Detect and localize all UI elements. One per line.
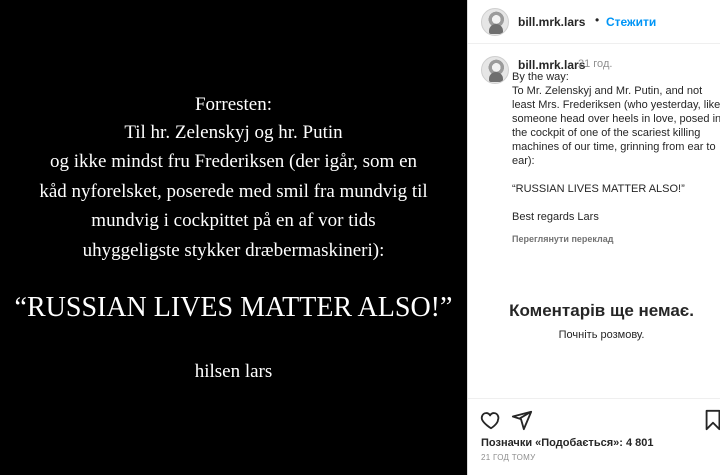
separator-dot: • xyxy=(595,13,600,27)
likes-count[interactable]: Позначки «Подобається»: 4 801 xyxy=(481,437,653,449)
avatar[interactable] xyxy=(481,8,509,36)
header-username[interactable]: bill.mrk.lars xyxy=(518,15,585,29)
image-text-line: Til hr. Zelenskyj og hr. Putin xyxy=(124,122,343,143)
image-signoff: hilsen lars xyxy=(194,361,273,382)
follow-button[interactable]: Стежити xyxy=(606,15,656,29)
post-timestamp[interactable]: 21 ГОД ТОМУ xyxy=(481,453,536,462)
comment-text-body: By the way: To Mr. Zelenskyj and Mr. Put… xyxy=(512,71,720,223)
translate-link[interactable]: Переглянути переклад xyxy=(512,234,613,244)
heart-icon[interactable] xyxy=(480,409,502,431)
action-bar: Позначки «Подобається»: 4 801 21 ГОД ТОМ… xyxy=(468,398,720,475)
post-image: Forresten: Til hr. Zelenskyj og hr. Puti… xyxy=(0,0,467,475)
post-sidebar: bill.mrk.lars • Стежити bill.mrk.lars 21… xyxy=(467,0,720,475)
send-icon[interactable] xyxy=(511,409,533,431)
avatar[interactable] xyxy=(481,56,509,84)
image-text-line: kåd nyforelsket, poserede med smil fra m… xyxy=(39,181,428,202)
image-headline: “RUSSIAN LIVES MATTER ALSO!” xyxy=(14,292,453,323)
bookmark-icon[interactable] xyxy=(702,409,720,431)
no-comments-subtitle: Почніть розмову. xyxy=(558,329,645,341)
no-comments-title: Коментарів ще немає. xyxy=(509,301,694,320)
comment-time[interactable]: 21 год. xyxy=(578,58,612,70)
image-text-line: og ikke mindst fru Frederiksen (der igår… xyxy=(49,151,417,172)
comment-text: By the way: To Mr. Zelenskyj and Mr. Put… xyxy=(512,70,720,224)
caption-comment: bill.mrk.lars 21 год. By the way: To Mr.… xyxy=(468,44,720,244)
post-header: bill.mrk.lars • Стежити xyxy=(468,0,720,44)
image-text-line: mundvig i cockpittet på en af vor tids xyxy=(91,210,376,231)
image-text-intro: Forresten: xyxy=(194,94,273,115)
image-text-line: uhyggeligste stykker dræbermaskineri): xyxy=(82,240,385,261)
